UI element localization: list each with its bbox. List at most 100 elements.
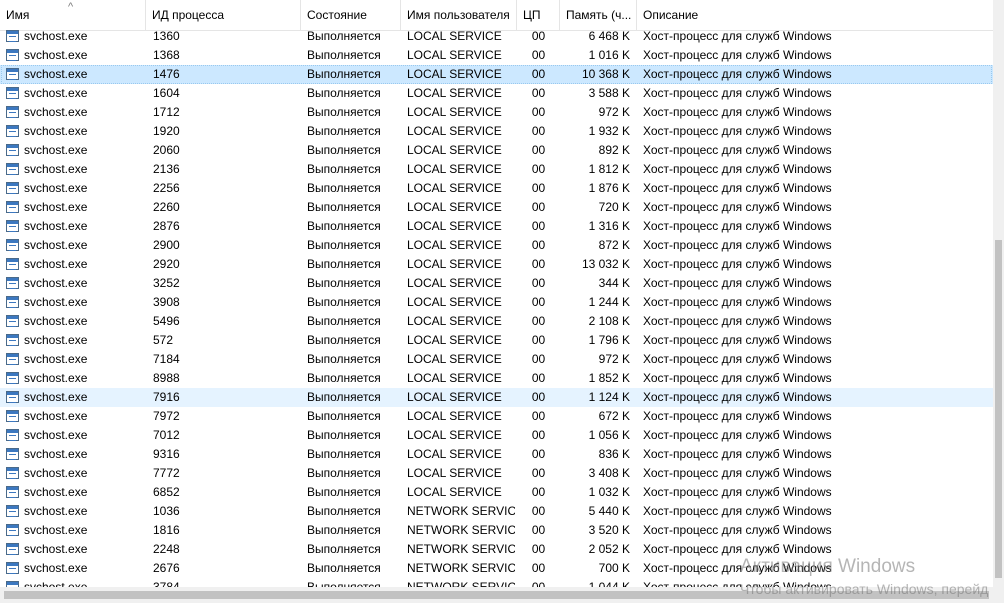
table-row[interactable]: svchost.exe 1368 Выполняется LOCAL SERVICE 0… bbox=[0, 46, 993, 65]
cell-name: svchost.exe bbox=[24, 504, 88, 518]
table-row[interactable]: svchost.exe 8988 Выполняется LOCAL SERVICE 0… bbox=[0, 369, 993, 388]
cell-memory: 1 876 K bbox=[588, 181, 630, 195]
table-row[interactable]: svchost.exe 1036 Выполняется NETWORK SERVIC… bbox=[0, 502, 993, 521]
cell-description: Хост-процесс для служб Windows bbox=[643, 352, 832, 366]
table-row[interactable]: svchost.exe 1816 Выполняется NETWORK SERVIC… bbox=[0, 521, 993, 540]
cell-memory: 672 K bbox=[598, 409, 630, 423]
cell-user: NETWORK SERVICE bbox=[407, 561, 515, 575]
cell-pid: 572 bbox=[153, 333, 174, 347]
table-row[interactable]: svchost.exe 3252 Выполняется LOCAL SERVICE 0… bbox=[0, 274, 993, 293]
cell-memory: 6 468 K bbox=[588, 29, 630, 43]
cell-cpu: 00 bbox=[531, 523, 546, 537]
process-window-icon bbox=[6, 258, 19, 270]
table-row[interactable]: svchost.exe 2256 Выполняется LOCAL SERVICE 0… bbox=[0, 179, 993, 198]
table-row[interactable]: svchost.exe 3908 Выполняется LOCAL SERVICE 0… bbox=[0, 293, 993, 312]
cell-pid: 3252 bbox=[153, 276, 180, 290]
table-row[interactable]: svchost.exe 7012 Выполняется LOCAL SERVICE 0… bbox=[0, 426, 993, 445]
column-header-description[interactable]: Описание bbox=[637, 0, 993, 30]
table-row[interactable]: svchost.exe 2920 Выполняется LOCAL SERVICE 0… bbox=[0, 255, 993, 274]
table-row[interactable]: svchost.exe 9316 Выполняется LOCAL SERVICE 0… bbox=[0, 445, 993, 464]
cell-cpu: 00 bbox=[531, 67, 546, 81]
table-row[interactable]: svchost.exe 1920 Выполняется LOCAL SERVICE 0… bbox=[0, 122, 993, 141]
cell-status: Выполняется bbox=[307, 143, 381, 157]
cell-user: LOCAL SERVICE bbox=[407, 219, 502, 233]
cell-pid: 1368 bbox=[153, 48, 180, 62]
table-row[interactable]: svchost.exe 572 Выполняется LOCAL SERVICE 00… bbox=[0, 331, 993, 350]
table-row[interactable]: svchost.exe 6852 Выполняется LOCAL SERVICE 0… bbox=[0, 483, 993, 502]
table-row[interactable]: svchost.exe 2876 Выполняется LOCAL SERVICE 0… bbox=[0, 217, 993, 236]
cell-name: svchost.exe bbox=[24, 295, 88, 309]
process-window-icon bbox=[6, 106, 19, 118]
horizontal-scrollbar-thumb[interactable] bbox=[4, 591, 989, 599]
cell-user: LOCAL SERVICE bbox=[407, 352, 502, 366]
cell-cpu: 00 bbox=[531, 428, 546, 442]
cell-name: svchost.exe bbox=[24, 124, 88, 138]
cell-description: Хост-процесс для служб Windows bbox=[643, 200, 832, 214]
scrollbar-corner bbox=[993, 587, 1004, 603]
table-row[interactable]: svchost.exe 2060 Выполняется LOCAL SERVICE 0… bbox=[0, 141, 993, 160]
table-row[interactable]: svchost.exe 7184 Выполняется LOCAL SERVICE 0… bbox=[0, 350, 993, 369]
cell-cpu: 00 bbox=[531, 238, 546, 252]
cell-description: Хост-процесс для служб Windows bbox=[643, 428, 832, 442]
process-window-icon bbox=[6, 334, 19, 346]
cell-status: Выполняется bbox=[307, 181, 381, 195]
cell-description: Хост-процесс для служб Windows bbox=[643, 29, 832, 43]
cell-status: Выполняется bbox=[307, 466, 381, 480]
cell-description: Хост-процесс для служб Windows bbox=[643, 485, 832, 499]
cell-description: Хост-процесс для служб Windows bbox=[643, 219, 832, 233]
cell-pid: 2900 bbox=[153, 238, 180, 252]
process-window-icon bbox=[6, 182, 19, 194]
table-row[interactable]: svchost.exe 3784 Выполняется NETWORK SERVIC… bbox=[0, 578, 993, 587]
column-header-pid[interactable]: ИД процесса bbox=[146, 0, 301, 30]
cell-pid: 8988 bbox=[153, 371, 180, 385]
column-header-cpu[interactable]: ЦП bbox=[517, 0, 560, 30]
process-window-icon bbox=[6, 68, 19, 80]
process-window-icon bbox=[6, 87, 19, 99]
cell-pid: 1036 bbox=[153, 504, 180, 518]
cell-user: LOCAL SERVICE bbox=[407, 67, 502, 81]
vertical-scrollbar-thumb[interactable] bbox=[995, 240, 1002, 578]
column-header-status[interactable]: Состояние bbox=[301, 0, 401, 30]
cell-description: Хост-процесс для служб Windows bbox=[643, 447, 832, 461]
table-row[interactable]: svchost.exe 1360 Выполняется LOCAL SERVICE 0… bbox=[0, 27, 993, 46]
table-row[interactable]: svchost.exe 7972 Выполняется LOCAL SERVICE 0… bbox=[0, 407, 993, 426]
table-row[interactable]: svchost.exe 1476 Выполняется LOCAL SERVICE 0… bbox=[0, 65, 993, 84]
cell-user: NETWORK SERVICE bbox=[407, 523, 515, 537]
cell-description: Хост-процесс для служб Windows bbox=[643, 333, 832, 347]
cell-user: NETWORK SERVICE bbox=[407, 542, 515, 556]
table-row[interactable]: svchost.exe 1604 Выполняется LOCAL SERVICE 0… bbox=[0, 84, 993, 103]
cell-pid: 2136 bbox=[153, 162, 180, 176]
table-row[interactable]: svchost.exe 2136 Выполняется LOCAL SERVICE 0… bbox=[0, 160, 993, 179]
cell-description: Хост-процесс для служб Windows bbox=[643, 561, 832, 575]
cell-name: svchost.exe bbox=[24, 219, 88, 233]
cell-user: LOCAL SERVICE bbox=[407, 390, 502, 404]
vertical-scrollbar[interactable] bbox=[993, 0, 1004, 587]
table-row[interactable]: svchost.exe 2260 Выполняется LOCAL SERVICE 0… bbox=[0, 198, 993, 217]
table-row[interactable]: svchost.exe 7772 Выполняется LOCAL SERVICE 0… bbox=[0, 464, 993, 483]
cell-cpu: 00 bbox=[531, 200, 546, 214]
cell-cpu: 00 bbox=[531, 124, 546, 138]
table-row[interactable]: svchost.exe 2676 Выполняется NETWORK SERVIC… bbox=[0, 559, 993, 578]
column-header-user[interactable]: Имя пользователя bbox=[401, 0, 517, 30]
cell-pid: 1360 bbox=[153, 29, 180, 43]
table-row[interactable]: svchost.exe 2900 Выполняется LOCAL SERVICE 0… bbox=[0, 236, 993, 255]
cell-memory: 1 244 K bbox=[588, 295, 630, 309]
table-row[interactable]: svchost.exe 7916 Выполняется LOCAL SERVICE 0… bbox=[0, 388, 993, 407]
cell-name: svchost.exe bbox=[24, 542, 88, 556]
cell-cpu: 00 bbox=[531, 542, 546, 556]
cell-status: Выполняется bbox=[307, 48, 381, 62]
column-header-pid-label: ИД процесса bbox=[152, 8, 225, 22]
cell-pid: 3784 bbox=[153, 580, 180, 587]
table-row[interactable]: svchost.exe 2248 Выполняется NETWORK SERVIC… bbox=[0, 540, 993, 559]
cell-cpu: 00 bbox=[531, 181, 546, 195]
cell-memory: 1 016 K bbox=[588, 48, 630, 62]
table-row[interactable]: svchost.exe 5496 Выполняется LOCAL SERVICE 0… bbox=[0, 312, 993, 331]
cell-cpu: 00 bbox=[531, 504, 546, 518]
table-row[interactable]: svchost.exe 1712 Выполняется LOCAL SERVICE 0… bbox=[0, 103, 993, 122]
horizontal-scrollbar[interactable] bbox=[0, 587, 993, 603]
column-header-memory[interactable]: Память (ч... bbox=[560, 0, 637, 30]
column-header-description-label: Описание bbox=[643, 8, 699, 22]
column-header-name[interactable]: Имя ^ bbox=[0, 0, 146, 30]
column-header-user-label: Имя пользователя bbox=[407, 8, 510, 22]
process-list[interactable]: svchost.exe 1360 Выполняется LOCAL SERVICE 0… bbox=[0, 27, 993, 587]
